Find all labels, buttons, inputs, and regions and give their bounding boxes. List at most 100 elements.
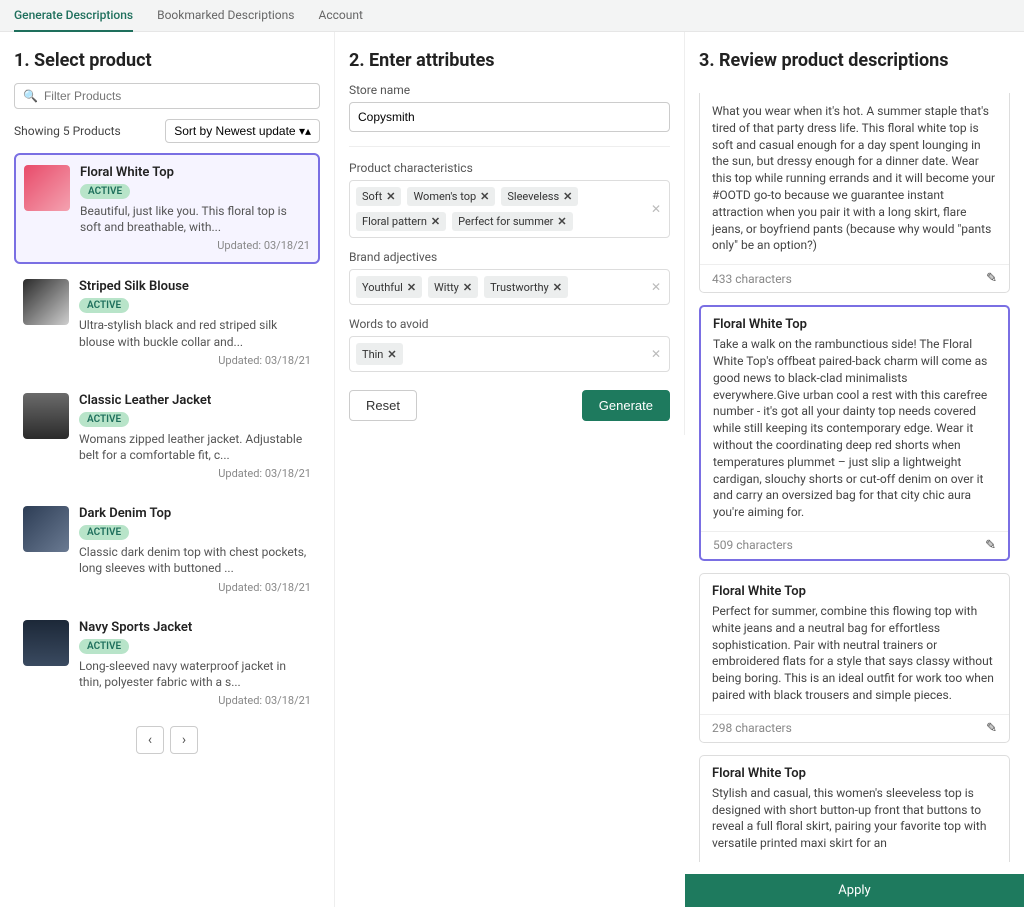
product-card[interactable]: Classic Leather Jacket ACTIVE Womans zip… [14, 382, 320, 491]
status-badge: ACTIVE [79, 412, 129, 427]
description-text: Stylish and casual, this women's sleevel… [712, 785, 997, 852]
tag[interactable]: Sleeveless ✕ [501, 187, 578, 206]
description-text: Take a walk on the rambunctious side! Th… [713, 336, 996, 521]
clear-ba-icon[interactable]: ✕ [651, 280, 661, 294]
remove-tag-icon[interactable]: ✕ [386, 190, 395, 203]
tag[interactable]: Women's top ✕ [407, 187, 495, 206]
product-title: Striped Silk Blouse [79, 279, 311, 294]
tag-label: Trustworthy [490, 281, 549, 294]
clear-pc-icon[interactable]: ✕ [651, 202, 661, 216]
status-badge: ACTIVE [80, 184, 130, 199]
section-title-3: 3. Review product descriptions [699, 50, 1010, 71]
words-to-avoid-label: Words to avoid [349, 317, 670, 331]
tag-label: Thin [362, 348, 383, 361]
product-short-desc: Long-sleeved navy waterproof jacket in t… [79, 658, 311, 690]
nav-tab-generate-descriptions[interactable]: Generate Descriptions [14, 0, 133, 32]
generate-button[interactable]: Generate [582, 390, 670, 421]
filter-input[interactable] [44, 89, 311, 103]
store-name-input[interactable] [349, 102, 670, 132]
remove-tag-icon[interactable]: ✕ [557, 215, 566, 228]
product-updated: Updated: 03/18/21 [79, 354, 311, 367]
tag[interactable]: Youthful ✕ [356, 276, 422, 298]
prev-page-button[interactable]: ‹ [136, 726, 164, 754]
remove-tag-icon[interactable]: ✕ [463, 281, 472, 294]
description-card[interactable]: Floral White Top Stylish and casual, this… [699, 755, 1010, 862]
remove-tag-icon[interactable]: ✕ [431, 215, 440, 228]
product-thumbnail [24, 165, 70, 211]
nav-tab-account[interactable]: Account [318, 0, 362, 32]
remove-tag-icon[interactable]: ✕ [553, 281, 562, 294]
status-badge: ACTIVE [79, 525, 129, 540]
product-title: Navy Sports Jacket [79, 620, 311, 635]
edit-icon[interactable]: ✎ [986, 721, 997, 736]
product-characteristics-field[interactable]: Soft✕Women's top✕Sleeveless✕Floral patte… [349, 180, 670, 238]
product-card[interactable]: Navy Sports Jacket ACTIVE Long-sleeved n… [14, 609, 320, 718]
sort-caret-icon: ▾▴ [299, 124, 311, 138]
product-short-desc: Womans zipped leather jacket. Adjustable… [79, 431, 311, 463]
sort-button[interactable]: Sort by Newest update ▾▴ [165, 119, 320, 143]
product-thumbnail [23, 393, 69, 439]
section-title-1: 1. Select product [14, 50, 320, 71]
apply-button[interactable]: Apply [685, 874, 1024, 907]
description-card[interactable]: Floral White Top Perfect for summer, comb… [699, 573, 1010, 743]
product-card[interactable]: Striped Silk Blouse ACTIVE Ultra-stylish… [14, 268, 320, 377]
filter-products-field[interactable]: 🔍 [14, 83, 320, 109]
tag[interactable]: Witty ✕ [428, 276, 478, 298]
product-updated: Updated: 03/18/21 [79, 694, 311, 707]
nav-tab-bookmarked-descriptions[interactable]: Bookmarked Descriptions [157, 0, 294, 32]
product-updated: Updated: 03/18/21 [79, 581, 311, 594]
brand-adjectives-label: Brand adjectives [349, 250, 670, 264]
status-badge: ACTIVE [79, 639, 129, 654]
tag[interactable]: Trustworthy ✕ [484, 276, 568, 298]
pager: ‹ › [14, 726, 320, 754]
reset-button[interactable]: Reset [349, 390, 417, 421]
description-title: Floral White Top [712, 584, 997, 599]
descriptions-column: 3. Review product descriptions What you … [685, 32, 1024, 907]
select-product-column: 1. Select product 🔍 Showing 5 Products S… [0, 32, 335, 907]
tag-label: Soft [362, 190, 382, 203]
char-count: 433 characters [712, 272, 792, 286]
search-icon: 🔍 [23, 89, 38, 103]
clear-wa-icon[interactable]: ✕ [651, 347, 661, 361]
words-to-avoid-field[interactable]: Thin ✕ ✕ [349, 336, 670, 372]
attributes-column: 2. Enter attributes Store name Product c… [335, 32, 684, 390]
remove-tag-icon[interactable]: ✕ [563, 190, 572, 203]
product-thumbnail [23, 279, 69, 325]
tag-label: Youthful [362, 281, 403, 294]
section-title-2: 2. Enter attributes [349, 50, 670, 71]
description-card[interactable]: What you wear when it's hot. A summer st… [699, 93, 1010, 293]
product-title: Floral White Top [80, 165, 310, 180]
tag[interactable]: Soft ✕ [356, 187, 401, 206]
product-card[interactable]: Dark Denim Top ACTIVE Classic dark denim… [14, 495, 320, 604]
next-page-button[interactable]: › [170, 726, 198, 754]
tag-label: Floral pattern [362, 215, 427, 228]
tag[interactable]: Floral pattern ✕ [356, 212, 446, 231]
remove-tag-icon[interactable]: ✕ [480, 190, 489, 203]
product-thumbnail [23, 506, 69, 552]
tag-label: Perfect for summer [458, 215, 553, 228]
char-count: 509 characters [713, 538, 793, 552]
top-nav: Generate Descriptions Bookmarked Descript… [0, 0, 1024, 32]
tag[interactable]: Thin ✕ [356, 343, 403, 365]
edit-icon[interactable]: ✎ [986, 271, 997, 286]
tag-label: Sleeveless [507, 190, 559, 203]
product-characteristics-label: Product characteristics [349, 161, 670, 175]
product-thumbnail [23, 620, 69, 666]
description-text: What you wear when it's hot. A summer st… [712, 103, 997, 254]
showing-count: Showing 5 Products [14, 124, 121, 138]
brand-adjectives-field[interactable]: Youthful ✕ Witty ✕ Trustworthy ✕ ✕ [349, 269, 670, 305]
product-card[interactable]: Floral White Top ACTIVE Beautiful, just … [14, 153, 320, 264]
description-text: Perfect for summer, combine this flowing… [712, 603, 997, 704]
remove-tag-icon[interactable]: ✕ [387, 348, 396, 361]
description-card[interactable]: Floral White Top Take a walk on the rambu… [699, 305, 1010, 561]
remove-tag-icon[interactable]: ✕ [407, 281, 416, 294]
tag-label: Women's top [413, 190, 476, 203]
description-title: Floral White Top [712, 766, 997, 781]
product-updated: Updated: 03/18/21 [80, 239, 310, 252]
product-title: Dark Denim Top [79, 506, 311, 521]
status-badge: ACTIVE [79, 298, 129, 313]
tag[interactable]: Perfect for summer ✕ [452, 212, 573, 231]
description-title: Floral White Top [713, 317, 996, 332]
tag-label: Witty [434, 281, 459, 294]
edit-icon[interactable]: ✎ [985, 538, 996, 553]
